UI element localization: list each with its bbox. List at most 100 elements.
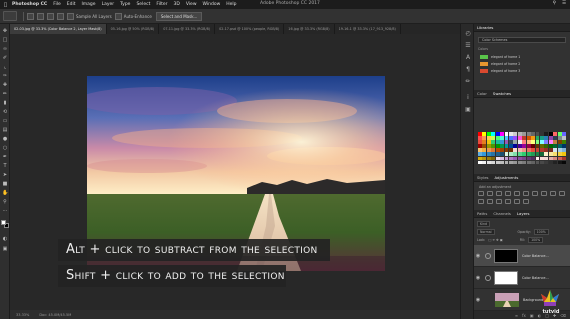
swatch-chip[interactable] bbox=[500, 156, 505, 161]
swatch-chip[interactable] bbox=[531, 140, 536, 144]
tool-preset-picker[interactable] bbox=[3, 11, 17, 21]
swatch-chip[interactable] bbox=[486, 148, 491, 152]
swatch-chip[interactable] bbox=[513, 136, 518, 140]
swatch-chip[interactable] bbox=[562, 136, 566, 140]
swatch-chip[interactable] bbox=[478, 152, 482, 157]
swatch-chip[interactable] bbox=[517, 152, 522, 157]
lock-icons[interactable]: □ ✒ ✥ ▣ bbox=[488, 238, 502, 242]
move-tool-icon[interactable]: ✥ bbox=[2, 28, 8, 34]
swatch-chip[interactable] bbox=[513, 132, 518, 136]
eye-icon[interactable]: ◉ bbox=[474, 297, 482, 303]
swatch-chip[interactable] bbox=[504, 160, 509, 165]
dodge-tool-icon[interactable]: ○ bbox=[2, 145, 8, 151]
tab-styles[interactable]: Styles bbox=[477, 175, 489, 180]
zoom-level[interactable]: 33.33% bbox=[16, 313, 29, 317]
swatch-chip[interactable] bbox=[553, 160, 558, 165]
swatch-chip[interactable] bbox=[491, 152, 496, 157]
fill-field[interactable]: 100% bbox=[528, 237, 544, 243]
swatch-chip[interactable] bbox=[548, 132, 553, 136]
swatch-chip[interactable] bbox=[548, 152, 553, 157]
swatch-chip[interactable] bbox=[535, 148, 540, 152]
swatch-chip[interactable] bbox=[522, 156, 527, 161]
swatch-chip[interactable] bbox=[548, 160, 553, 165]
swatch-chip[interactable] bbox=[486, 156, 491, 161]
swatch-chip[interactable] bbox=[504, 136, 509, 140]
swatch-chip[interactable] bbox=[508, 144, 513, 148]
screen-mode-icon[interactable]: ▣ bbox=[2, 246, 8, 252]
swatch-chip[interactable] bbox=[557, 140, 562, 144]
swatch-chip[interactable] bbox=[535, 160, 540, 165]
swatch-chip[interactable] bbox=[482, 140, 487, 144]
link-layers-icon[interactable]: ∞ bbox=[515, 313, 518, 318]
new-selection-icon[interactable] bbox=[27, 12, 34, 20]
swatch-chip[interactable] bbox=[482, 152, 487, 157]
swatch-chip[interactable] bbox=[562, 156, 566, 161]
swatch-chip[interactable] bbox=[500, 136, 505, 140]
layer-row[interactable]: ◉ Color Balance... bbox=[474, 245, 570, 267]
library-color-item[interactable]: elegant of home 3 bbox=[480, 68, 540, 73]
swatch-chip[interactable] bbox=[486, 132, 491, 136]
swatch-chip[interactable] bbox=[557, 152, 562, 157]
swatch-chip[interactable] bbox=[504, 132, 509, 136]
swatch-chip[interactable] bbox=[535, 144, 540, 148]
navigator-icon[interactable]: ▣ bbox=[464, 106, 472, 114]
swatch-chip[interactable] bbox=[562, 132, 566, 136]
swatch-chip[interactable] bbox=[557, 136, 562, 140]
swatch-chip[interactable] bbox=[495, 160, 500, 165]
swatches-grid[interactable] bbox=[478, 132, 566, 170]
vibrance-icon[interactable] bbox=[514, 191, 520, 196]
subtract-selection-icon[interactable] bbox=[47, 12, 54, 20]
tab-document-2[interactable]: 05-16.jpg @ 50% (RGB/8) bbox=[107, 24, 160, 34]
swatch-chip[interactable] bbox=[531, 148, 536, 152]
auto-enhance-checkbox[interactable] bbox=[114, 12, 122, 20]
library-color-item[interactable]: elegant of home 1 bbox=[480, 54, 540, 59]
swatch-chip[interactable] bbox=[544, 136, 549, 140]
tab-channels[interactable]: Channels bbox=[493, 211, 511, 216]
photo-filter-icon[interactable] bbox=[550, 191, 556, 196]
swatch-chip[interactable] bbox=[482, 132, 487, 136]
swatch-chip[interactable] bbox=[553, 132, 558, 136]
swatch-chip[interactable] bbox=[482, 136, 487, 140]
swatch-chip[interactable] bbox=[517, 160, 522, 165]
layer-mask-thumbnail[interactable] bbox=[494, 270, 518, 285]
swatch-chip[interactable] bbox=[500, 160, 505, 165]
menu-file[interactable]: File bbox=[53, 2, 61, 7]
tab-swatches[interactable]: Swatches bbox=[493, 91, 511, 96]
swatch-chip[interactable] bbox=[553, 140, 558, 144]
swatch-chip[interactable] bbox=[531, 156, 536, 161]
type-tool-icon[interactable]: T bbox=[2, 163, 8, 169]
select-and-mask-button[interactable]: Select and Mask... bbox=[155, 11, 203, 21]
tab-document-6[interactable]: 19-16-1 @ 33.3% (17_913_928/8) bbox=[335, 24, 401, 34]
swatch-chip[interactable] bbox=[535, 156, 540, 161]
eye-icon[interactable]: ◉ bbox=[474, 253, 482, 259]
eyedropper-tool-icon[interactable]: ✑ bbox=[2, 73, 8, 79]
swatch-chip[interactable] bbox=[531, 136, 536, 140]
eye-icon[interactable]: ◉ bbox=[474, 275, 482, 281]
swatch-chip[interactable] bbox=[522, 136, 527, 140]
menu-select[interactable]: Select bbox=[136, 2, 150, 7]
swatch-chip[interactable] bbox=[557, 132, 562, 136]
swatch-chip[interactable] bbox=[535, 152, 540, 157]
swatch-chip[interactable] bbox=[522, 152, 527, 157]
hand-tool-icon[interactable]: ✋ bbox=[2, 190, 8, 196]
layer-name[interactable]: Color Balance... bbox=[522, 276, 549, 280]
swatch-chip[interactable] bbox=[539, 148, 544, 152]
menu-window[interactable]: Window bbox=[203, 2, 221, 7]
swatch-chip[interactable] bbox=[500, 140, 505, 144]
swatch-chip[interactable] bbox=[526, 148, 531, 152]
tab-layers[interactable]: Layers bbox=[517, 211, 530, 216]
zoom-tool-icon[interactable]: ⚲ bbox=[2, 199, 8, 205]
swatch-chip[interactable] bbox=[478, 140, 482, 144]
posterize-icon[interactable] bbox=[496, 199, 502, 204]
swatch-chip[interactable] bbox=[548, 144, 553, 148]
paragraph-icon[interactable]: ¶ bbox=[464, 66, 472, 74]
swatch-chip[interactable] bbox=[539, 140, 544, 144]
swatch-chip[interactable] bbox=[535, 136, 540, 140]
swatch-chip[interactable] bbox=[544, 144, 549, 148]
swatch-chip[interactable] bbox=[557, 156, 562, 161]
app-name-menu[interactable]: Photoshop CC bbox=[12, 2, 47, 7]
info-icon[interactable]: i bbox=[464, 94, 472, 102]
opacity-field[interactable]: 100% bbox=[533, 229, 549, 235]
gradient-map-icon[interactable] bbox=[514, 199, 520, 204]
tab-document-3[interactable]: 07-11.jpg @ 33.3% (RGB/8) bbox=[159, 24, 216, 34]
